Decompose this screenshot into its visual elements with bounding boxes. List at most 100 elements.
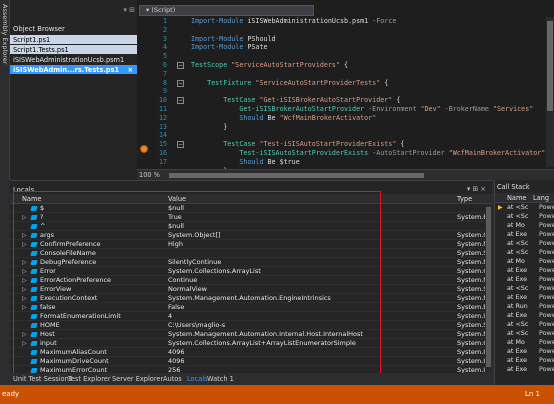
- object-browser-item[interactable]: iSISWebAdministrationUcsb.psm1: [10, 55, 137, 65]
- variable-value[interactable]: System.Management.Automation.Internal.Ho…: [168, 330, 456, 339]
- expand-icon[interactable]: ▷: [22, 258, 27, 267]
- editor-horizontal-scrollbar[interactable]: [169, 173, 424, 178]
- table-row[interactable]: ▷ ErrorActionPreference ContinueSystem.M: [10, 276, 492, 285]
- table-row[interactable]: ^ $null: [10, 222, 492, 231]
- locals-window-controls[interactable]: ▾ ⊞ ×: [467, 185, 486, 193]
- tab-test-explorer[interactable]: Test Explorer: [68, 375, 111, 383]
- expand-icon[interactable]: ▷: [22, 303, 27, 312]
- variable-value[interactable]: True: [168, 213, 456, 222]
- expand-icon[interactable]: ▷: [22, 267, 27, 276]
- expand-icon[interactable]: ▷: [22, 330, 27, 339]
- table-row[interactable]: ▷ ErrorView NormalView System.S: [10, 285, 492, 294]
- code-editor[interactable]: ▾ (Script) 1 2 3 4 5 6 7 8 9 10 11 12 13 14 15 16 17 − − −…: [137, 0, 554, 180]
- scroll-thumb[interactable]: [547, 21, 553, 111]
- variable-value[interactable]: System.Object[]: [168, 231, 456, 240]
- table-row[interactable]: MaximumAliasCount 4096 System.I: [10, 348, 492, 357]
- code-line[interactable]: Test-iSISAutoStartProviderExists -AutoSt…: [191, 149, 545, 157]
- expand-icon[interactable]: ▷: [22, 213, 27, 222]
- table-row[interactable]: ▷ Host System.Management.Automation.Intern…: [10, 330, 492, 339]
- column-value[interactable]: Value: [168, 195, 186, 203]
- column-name[interactable]: Name: [22, 195, 41, 203]
- collapse-icon[interactable]: −: [177, 141, 184, 149]
- call-stack-row[interactable]: at Exe Powe: [495, 311, 554, 320]
- object-browser-item[interactable]: iSISWebAdmin...rs.Tests.ps1 ×: [10, 65, 137, 75]
- variable-value[interactable]: High: [168, 240, 456, 249]
- column-language[interactable]: Lang: [533, 194, 549, 202]
- collapse-icon[interactable]: −: [177, 79, 184, 87]
- tab-server-explorer[interactable]: Server Explorer: [112, 375, 163, 383]
- expand-icon[interactable]: ▷: [22, 294, 27, 303]
- variable-value[interactable]: $null: [168, 204, 456, 213]
- variable-value[interactable]: 4096: [168, 357, 456, 366]
- collapse-icon[interactable]: −: [177, 62, 184, 69]
- call-stack-row[interactable]: at Exe Powe: [495, 266, 554, 275]
- expand-icon[interactable]: ▷: [22, 231, 27, 240]
- call-stack-row[interactable]: at Exe Powe: [495, 275, 554, 284]
- table-row[interactable]: ▷? True System.B: [10, 213, 492, 222]
- table-row[interactable]: $ $null: [10, 204, 492, 213]
- variable-value[interactable]: System.Collections.ArrayList+ArrayListEn…: [168, 339, 456, 348]
- variable-value[interactable]: Continue: [168, 276, 456, 285]
- column-type[interactable]: Type: [457, 195, 472, 203]
- scroll-thumb[interactable]: [486, 207, 491, 367]
- code-line[interactable]: TestScope "ServiceAutoStartProviders" {: [191, 61, 348, 69]
- variable-value[interactable]: C:\Users\maglio-s: [168, 321, 456, 330]
- table-row[interactable]: ▷ ExecutionContext System.Management.Autom…: [10, 294, 492, 303]
- object-browser-toolbar[interactable]: ▾ ⊞: [123, 6, 135, 14]
- code-line[interactable]: Import-Module PShould: [191, 35, 276, 43]
- code-line[interactable]: Should Be $true: [191, 158, 299, 166]
- table-row[interactable]: ▷ Error System.Collections.ArrayList System…: [10, 267, 492, 276]
- scope-dropdown[interactable]: ▾ (Script): [139, 5, 314, 16]
- tab-locals[interactable]: Locals: [187, 375, 208, 383]
- code-line[interactable]: Import-Module PSate: [191, 43, 268, 51]
- call-stack-row[interactable]: at Exe Powe: [495, 230, 554, 239]
- table-row[interactable]: MaximumDriveCount 4096 System.I: [10, 357, 492, 366]
- table-row[interactable]: ▷ input System.Collections.ArrayList+Array…: [10, 339, 492, 348]
- call-stack-row[interactable]: at Exe Powe: [495, 365, 554, 374]
- call-stack-row[interactable]: at Mo Powe: [495, 221, 554, 230]
- table-row[interactable]: FormatEnumerationLimit 4 System.I: [10, 312, 492, 321]
- close-icon[interactable]: ×: [127, 65, 133, 74]
- code-line[interactable]: Import-Module iSISWebAdministrationUcsb.…: [191, 17, 396, 25]
- table-row[interactable]: HOME C:\Users\maglio-s System.S: [10, 321, 492, 330]
- code-line[interactable]: Should Be "WcfMainBrokerActivator": [191, 114, 376, 122]
- tab-unit-test-sessions[interactable]: Unit Test Sessions: [13, 375, 72, 383]
- tab-autos[interactable]: Autos: [163, 375, 182, 383]
- zoom-level[interactable]: 100 %: [139, 171, 160, 179]
- call-stack-row[interactable]: at <Sc Powe: [495, 320, 554, 329]
- call-stack-row[interactable]: at Exe Powe: [495, 293, 554, 302]
- collapse-icon[interactable]: −: [177, 97, 184, 105]
- variable-value[interactable]: SilentlyContinue: [168, 258, 456, 267]
- code-line[interactable]: Get-iSISBrokerAutoStartProvider -Environ…: [191, 105, 533, 113]
- breakpoint-icon[interactable]: [140, 145, 148, 153]
- variable-value[interactable]: $null: [168, 222, 456, 231]
- tab-watch-1[interactable]: Watch 1: [207, 375, 234, 383]
- expand-icon[interactable]: ▷: [22, 339, 27, 348]
- call-stack-row[interactable]: at Run Powe: [495, 302, 554, 311]
- table-row[interactable]: ConsoleFileName System.S: [10, 249, 492, 258]
- code-area[interactable]: Import-Module iSISWebAdministrationUcsb.…: [191, 17, 546, 169]
- table-row[interactable]: ▷ DebugPreference SilentlyContinueSystem.M: [10, 258, 492, 267]
- table-row[interactable]: ▷ ConfirmPreference HighSystem.M: [10, 240, 492, 249]
- call-stack-row[interactable]: at <Sc Powe: [495, 329, 554, 338]
- call-stack-row[interactable]: at <Sc Powe: [495, 284, 554, 293]
- editor-vertical-scrollbar[interactable]: [546, 17, 554, 167]
- assembly-explorer-tab[interactable]: Assembly Explorer: [0, 0, 10, 180]
- table-row[interactable]: ▷ false False System.B: [10, 303, 492, 312]
- variable-value[interactable]: 4: [168, 312, 456, 321]
- call-stack-row[interactable]: at Exe Powe: [495, 356, 554, 365]
- call-stack-row[interactable]: at Exe Powe: [495, 347, 554, 356]
- expand-icon[interactable]: ▷: [22, 240, 27, 249]
- code-line[interactable]: TestFixture "ServiceAutoStartProviderTes…: [191, 79, 388, 87]
- expand-icon[interactable]: ▷: [22, 276, 27, 285]
- column-name[interactable]: Name: [507, 194, 526, 202]
- code-line[interactable]: TestCase "Test-iSISAutoStartProviderExis…: [191, 140, 404, 148]
- locals-vertical-scrollbar[interactable]: [485, 204, 492, 376]
- call-stack-row[interactable]: at Mo Powe: [495, 338, 554, 347]
- call-stack-row[interactable]: at Mo Powe: [495, 257, 554, 266]
- code-line[interactable]: TestCase "Get-iSISBrokerAutoStartProvide…: [191, 96, 400, 104]
- expand-icon[interactable]: ▷: [22, 285, 27, 294]
- code-line[interactable]: }: [191, 123, 227, 131]
- object-browser-item[interactable]: Script1.Tests.ps1: [10, 45, 137, 55]
- call-stack-row[interactable]: at <Sc Powe: [495, 239, 554, 248]
